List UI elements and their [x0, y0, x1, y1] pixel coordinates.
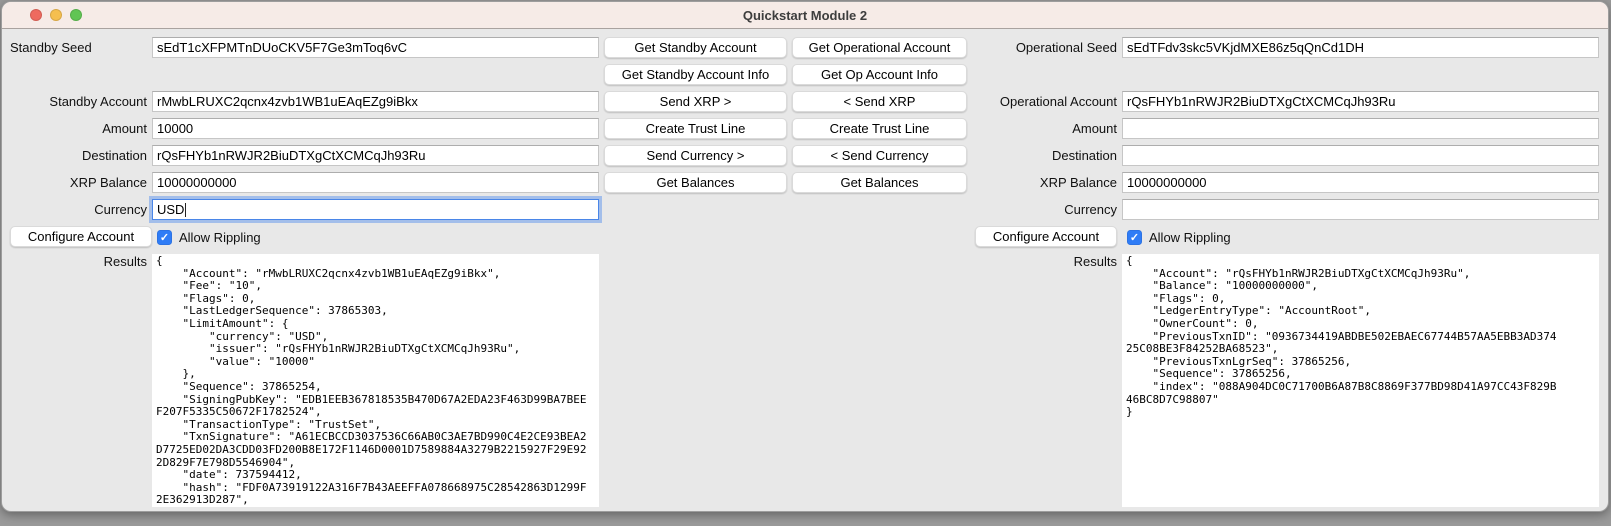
operational-seed-label: Operational Seed [957, 37, 1117, 58]
checkmark-icon: ✓ [160, 231, 169, 244]
operational-allow-rippling-checkbox[interactable]: ✓ [1127, 230, 1142, 245]
standby-seed-label: Standby Seed [2, 37, 147, 58]
title-bar[interactable]: Quickstart Module 2 [2, 2, 1608, 29]
standby-destination-label: Destination [2, 145, 147, 166]
operational-xrp-balance-input[interactable]: 10000000000 [1122, 172, 1599, 193]
standby-amount-label: Amount [2, 118, 147, 139]
operational-currency-input[interactable] [1122, 199, 1599, 220]
send-xrp-left-button[interactable]: < Send XRP [792, 91, 967, 112]
get-standby-account-info-button[interactable]: Get Standby Account Info [604, 64, 787, 85]
get-operational-account-button[interactable]: Get Operational Account [792, 37, 967, 58]
standby-xrp-balance-label: XRP Balance [2, 172, 147, 193]
operational-results-text[interactable]: { "Account": "rQsFHYb1nRWJR2BiuDTXgCtXCM… [1122, 254, 1599, 507]
operational-account-label: Operational Account [957, 91, 1117, 112]
standby-currency-label: Currency [2, 199, 147, 220]
operational-currency-label: Currency [957, 199, 1117, 220]
standby-seed-input[interactable]: sEdT1cXFPMTnDUoCKV5F7Ge3mToq6vC [152, 37, 599, 58]
standby-xrp-balance-input[interactable]: 10000000000 [152, 172, 599, 193]
window-title: Quickstart Module 2 [2, 2, 1608, 29]
send-xrp-right-button[interactable]: Send XRP > [604, 91, 787, 112]
operational-destination-label: Destination [957, 145, 1117, 166]
operational-seed-input[interactable]: sEdTFdv3skc5VKjdMXE86z5qQnCd1DH [1122, 37, 1599, 58]
operational-destination-input[interactable] [1122, 145, 1599, 166]
standby-allow-rippling-checkbox[interactable]: ✓ [157, 230, 172, 245]
operational-allow-rippling: ✓ Allow Rippling [1127, 226, 1231, 248]
operational-xrp-balance-label: XRP Balance [957, 172, 1117, 193]
text-cursor [185, 203, 186, 217]
standby-results-text[interactable]: { "Account": "rMwbLRUXC2qcnx4zvb1WB1uEAq… [152, 254, 599, 507]
standby-results-label: Results [2, 254, 147, 269]
standby-account-input[interactable]: rMwbLRUXC2qcnx4zvb1WB1uEAqEZg9iBkx [152, 91, 599, 112]
desktop-background: Quickstart Module 2 Standby Seed sEdT1cX… [0, 0, 1611, 526]
operational-account-input[interactable]: rQsFHYb1nRWJR2BiuDTXgCtXCMCqJh93Ru [1122, 91, 1599, 112]
operational-amount-label: Amount [957, 118, 1117, 139]
checkmark-icon: ✓ [1130, 231, 1139, 244]
standby-currency-input[interactable]: USD [152, 199, 599, 220]
operational-amount-input[interactable] [1122, 118, 1599, 139]
standby-amount-input[interactable]: 10000 [152, 118, 599, 139]
operational-results-label: Results [957, 254, 1117, 269]
standby-get-balances-button[interactable]: Get Balances [604, 172, 787, 193]
standby-destination-input[interactable]: rQsFHYb1nRWJR2BiuDTXgCtXCMCqJh93Ru [152, 145, 599, 166]
standby-create-trust-line-button[interactable]: Create Trust Line [604, 118, 787, 139]
operational-create-trust-line-button[interactable]: Create Trust Line [792, 118, 967, 139]
operational-get-balances-button[interactable]: Get Balances [792, 172, 967, 193]
standby-allow-rippling: ✓ Allow Rippling [157, 226, 261, 248]
get-op-account-info-button[interactable]: Get Op Account Info [792, 64, 967, 85]
standby-allow-rippling-label: Allow Rippling [179, 230, 261, 245]
operational-configure-account-button[interactable]: Configure Account [975, 226, 1117, 247]
operational-allow-rippling-label: Allow Rippling [1149, 230, 1231, 245]
send-currency-right-button[interactable]: Send Currency > [604, 145, 787, 166]
standby-account-label: Standby Account [2, 91, 147, 112]
send-currency-left-button[interactable]: < Send Currency [792, 145, 967, 166]
standby-configure-account-button[interactable]: Configure Account [10, 226, 152, 247]
get-standby-account-button[interactable]: Get Standby Account [604, 37, 787, 58]
app-window: Quickstart Module 2 Standby Seed sEdT1cX… [1, 1, 1609, 512]
